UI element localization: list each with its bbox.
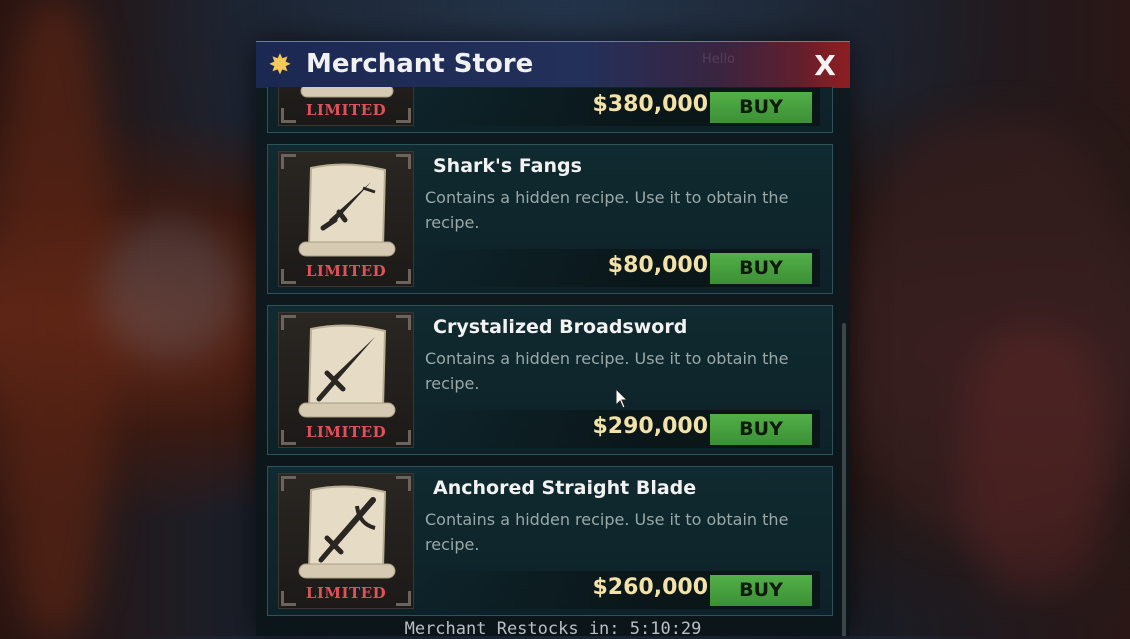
price-row: $80,000 BUY — [418, 249, 820, 287]
sunburst-icon: ✸ — [268, 48, 292, 81]
faint-header-text: Hello — [702, 52, 735, 67]
close-button[interactable]: X — [800, 42, 850, 88]
price-row: $380,000 BUY — [418, 88, 820, 126]
restock-timer: Merchant Restocks in: 5:10:29 — [404, 619, 702, 639]
price-row: $260,000 BUY — [418, 571, 820, 609]
item-description: Contains a hidden recipe. Use it to obta… — [425, 510, 789, 554]
item-description: Contains a hidden recipe. Use it to obta… — [425, 188, 789, 232]
limited-badge: LIMITED — [305, 423, 387, 441]
item-price: $260,000 — [592, 575, 708, 600]
store-item: LIMITED $380,000 BUY — [267, 87, 833, 133]
item-thumbnail: LIMITED — [278, 473, 414, 609]
background-blur-left — [0, 0, 110, 636]
limited-badge: LIMITED — [305, 584, 387, 602]
buy-button[interactable]: BUY — [710, 575, 812, 606]
merchant-store-window: ✸ Merchant Store Hello X LIMITED $380,00… — [256, 41, 850, 639]
item-name: Shark's Fangs — [433, 155, 582, 177]
title-bar: ✸ Merchant Store Hello X — [256, 41, 850, 88]
buy-button[interactable]: BUY — [710, 414, 812, 445]
item-name: Anchored Straight Blade — [433, 477, 697, 499]
item-price: $380,000 — [592, 92, 708, 117]
item-name: Crystalized Broadsword — [433, 316, 688, 338]
item-thumbnail: LIMITED — [278, 151, 414, 287]
store-item: LIMITED Crystalized Broadsword Contains … — [267, 305, 833, 455]
item-list[interactable]: LIMITED $380,000 BUY LIMITED Shark's Fan… — [256, 87, 850, 636]
item-thumbnail: LIMITED — [278, 312, 414, 448]
price-row: $290,000 BUY — [418, 410, 820, 448]
scrollbar[interactable] — [842, 323, 846, 636]
item-price: $80,000 — [607, 253, 708, 278]
scroll-dagger-icon — [298, 163, 396, 257]
limited-badge: LIMITED — [305, 101, 387, 119]
buy-button[interactable]: BUY — [710, 253, 812, 284]
store-item: LIMITED Shark's Fangs Contains a hidden … — [267, 144, 833, 294]
background-blur-red — [960, 330, 1110, 590]
mouse-cursor-icon — [615, 388, 629, 409]
scroll-anchor-blade-icon — [298, 485, 396, 579]
background-blur-glow — [100, 220, 240, 360]
item-thumbnail: LIMITED — [278, 87, 414, 126]
item-price: $290,000 — [592, 414, 708, 439]
limited-badge: LIMITED — [305, 262, 387, 280]
store-item: LIMITED Anchored Straight Blade Contains… — [267, 466, 833, 616]
buy-button[interactable]: BUY — [710, 92, 812, 123]
window-title: Merchant Store — [306, 49, 534, 79]
scroll-sword-icon — [298, 324, 396, 418]
